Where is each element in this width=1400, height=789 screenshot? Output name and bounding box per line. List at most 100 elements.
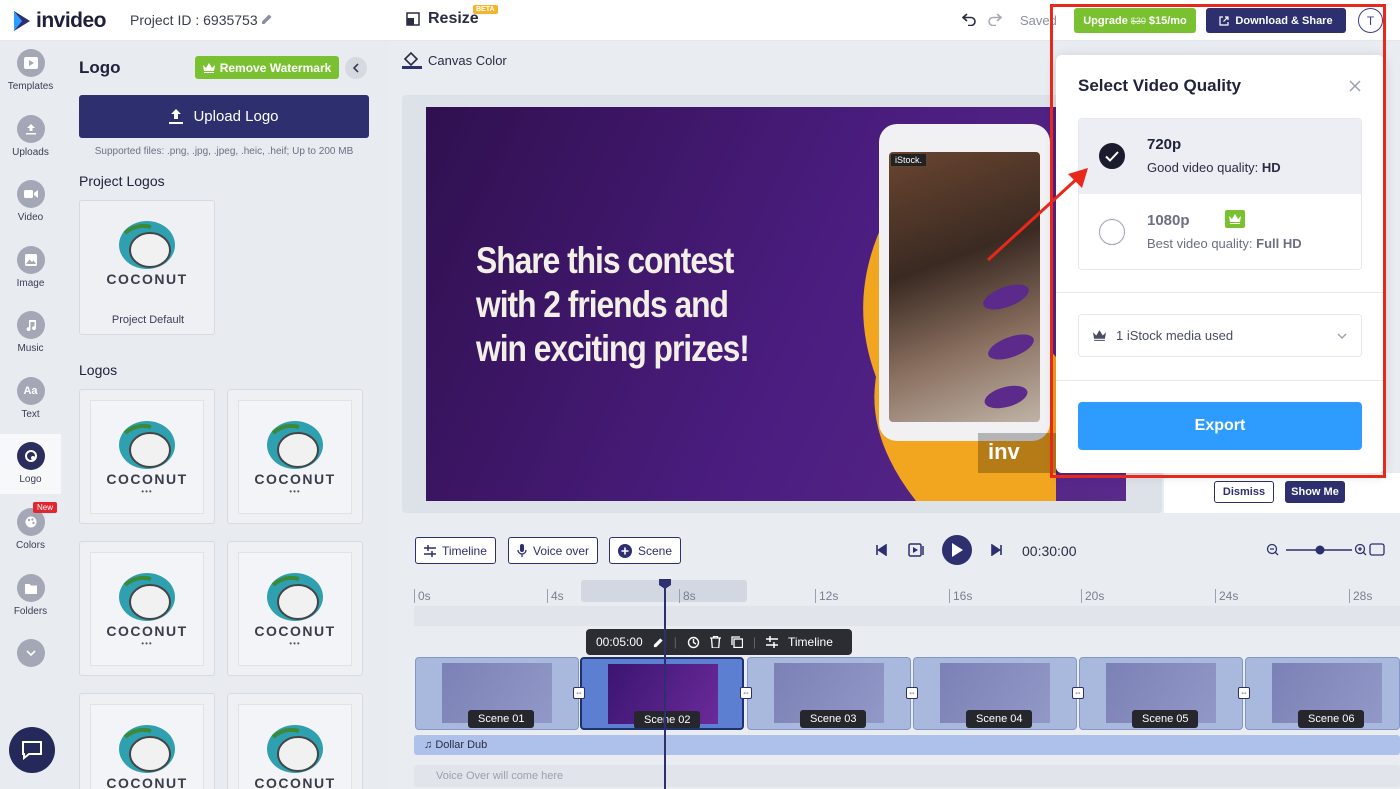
scene-06[interactable]: Scene 06 xyxy=(1245,657,1400,730)
rail-item-text[interactable]: Aa Text xyxy=(0,369,61,429)
coconut-logo-icon xyxy=(267,725,323,773)
resize-label: Resize xyxy=(428,10,479,27)
audio-track[interactable] xyxy=(414,735,1400,755)
logo-card[interactable]: COCONUT ••• xyxy=(79,389,215,524)
scene-label: Scene 02 xyxy=(634,711,701,728)
hint-strip xyxy=(1164,473,1400,513)
coconut-logo-icon xyxy=(119,725,175,773)
scene-04[interactable]: Scene 04 xyxy=(913,657,1077,730)
logo-word: COCONUT xyxy=(106,271,188,287)
crown-icon xyxy=(202,62,215,73)
music-icon xyxy=(16,311,45,339)
scene-03[interactable]: Scene 03 xyxy=(747,657,911,730)
scene-label: Scene 04 xyxy=(966,710,1033,728)
logo-card[interactable]: COCONUT ••• xyxy=(227,541,363,676)
logo-dots: ••• xyxy=(141,639,153,648)
transition-handle[interactable]: ⇔ xyxy=(573,687,585,699)
ruler-tick: 12s xyxy=(815,589,838,603)
scene-01[interactable]: Scene 01 xyxy=(415,657,579,730)
undo-icon[interactable] xyxy=(962,12,976,26)
logo-thumb: COCONUT ••• xyxy=(238,400,352,514)
project-id: Project ID : 6935753 xyxy=(130,12,258,28)
edit-pencil-icon[interactable] xyxy=(653,637,664,648)
redo-icon[interactable] xyxy=(988,12,1002,26)
ruler-tick: 24s xyxy=(1215,589,1238,603)
music-note-icon: ♫ xyxy=(424,739,433,751)
transition-handle[interactable]: ⇔ xyxy=(1238,687,1250,699)
scene-label: Scene 03 xyxy=(800,710,867,728)
image-icon xyxy=(16,246,45,274)
transition-handle[interactable]: ⇔ xyxy=(740,687,752,699)
rail-item-colors[interactable]: Colors New xyxy=(0,500,61,560)
show-me-button[interactable]: Show Me xyxy=(1285,481,1345,503)
coconut-logo-icon xyxy=(119,221,175,269)
rail-item-logo[interactable]: Logo xyxy=(0,434,61,494)
rail-item-label: Logo xyxy=(19,474,42,485)
trash-icon[interactable] xyxy=(709,636,721,648)
logo-icon xyxy=(16,442,45,470)
timeline-icon xyxy=(765,636,778,648)
scene-duration[interactable]: 00:05:00 xyxy=(596,635,643,649)
microphone-icon xyxy=(517,544,527,557)
rail-item-image[interactable]: Image xyxy=(0,238,61,298)
replace-icon[interactable] xyxy=(687,636,700,649)
resize-button[interactable]: Resize xyxy=(406,10,479,28)
ruler-tick: 16s xyxy=(949,589,972,603)
project-logos-heading: Project Logos xyxy=(79,173,165,189)
edit-pencil-icon[interactable] xyxy=(261,13,273,25)
audio-track-label: ♫ Dollar Dub xyxy=(424,739,487,751)
upload-logo-button[interactable]: Upload Logo xyxy=(79,95,369,138)
rail-item-label: Image xyxy=(16,278,45,289)
logo-card[interactable]: COCONUT ••• xyxy=(227,389,363,524)
logo-card[interactable]: COCONUT xyxy=(79,693,215,789)
coconut-logo-icon xyxy=(119,421,175,469)
brand-logo[interactable]: invideo xyxy=(12,9,107,33)
logo-card[interactable]: COCONUT ••• xyxy=(79,541,215,676)
rail-more-button[interactable] xyxy=(0,631,61,691)
transition-handle[interactable]: ⇔ xyxy=(1072,687,1084,699)
timeline-button[interactable]: Timeline xyxy=(415,537,496,564)
upload-logo-label: Upload Logo xyxy=(193,108,279,125)
skip-forward-icon xyxy=(991,544,1002,556)
scene-05[interactable]: Scene 05 xyxy=(1079,657,1243,730)
playhead[interactable] xyxy=(664,581,666,789)
logo-word: COCONUT xyxy=(106,623,188,639)
rail-item-folders[interactable]: Folders xyxy=(0,566,61,626)
rail-item-label: Templates xyxy=(7,81,54,92)
scene-label: Scene 06 xyxy=(1298,710,1365,728)
remove-watermark-button[interactable]: Remove Watermark xyxy=(195,56,339,79)
rail-item-music[interactable]: Music xyxy=(0,303,61,363)
total-duration: 00:30:00 xyxy=(1022,543,1077,559)
panel-title: Logo xyxy=(79,58,121,77)
canvas-color-button[interactable]: Canvas Color xyxy=(402,51,507,69)
remove-watermark-label: Remove Watermark xyxy=(219,60,332,75)
voice-over-button[interactable]: Voice over xyxy=(508,537,599,564)
skip-back-icon xyxy=(876,544,887,556)
skip-forward-button[interactable] xyxy=(986,539,1008,561)
add-scene-button[interactable]: Scene xyxy=(609,537,682,564)
zoom-slider[interactable] xyxy=(1266,541,1386,559)
duplicate-icon[interactable] xyxy=(731,636,743,648)
logo-word: COCONUT xyxy=(254,775,336,789)
brand-name: invideo xyxy=(36,9,107,32)
skip-back-button[interactable] xyxy=(870,539,892,561)
logo-thumb: COCONUT xyxy=(90,704,204,789)
dismiss-button[interactable]: Dismiss xyxy=(1214,481,1274,503)
preview-button[interactable] xyxy=(906,539,928,561)
collapse-panel-button[interactable] xyxy=(345,57,367,79)
transition-handle[interactable]: ⇔ xyxy=(906,687,918,699)
logo-card[interactable]: COCONUT xyxy=(227,693,363,789)
chat-support-button[interactable] xyxy=(9,727,55,773)
overlay-track[interactable] xyxy=(414,606,1400,626)
canvas-headline[interactable]: Share this contest with 2 friends and wi… xyxy=(476,239,751,371)
rail-item-templates[interactable]: Templates xyxy=(0,41,61,101)
plus-circle-icon xyxy=(618,543,632,558)
rail-item-uploads[interactable]: Uploads xyxy=(0,107,61,167)
logo-dots: ••• xyxy=(141,487,153,496)
scene-02[interactable]: Scene 02 xyxy=(580,657,744,730)
scene-timeline-button[interactable]: Timeline xyxy=(788,635,833,649)
rail-item-video[interactable]: Video xyxy=(0,172,61,232)
play-button[interactable] xyxy=(942,535,972,565)
left-rail: Templates Uploads Video Image Music Aa T… xyxy=(0,41,61,789)
project-default-logo-card[interactable]: COCONUT Project Default xyxy=(79,200,215,335)
